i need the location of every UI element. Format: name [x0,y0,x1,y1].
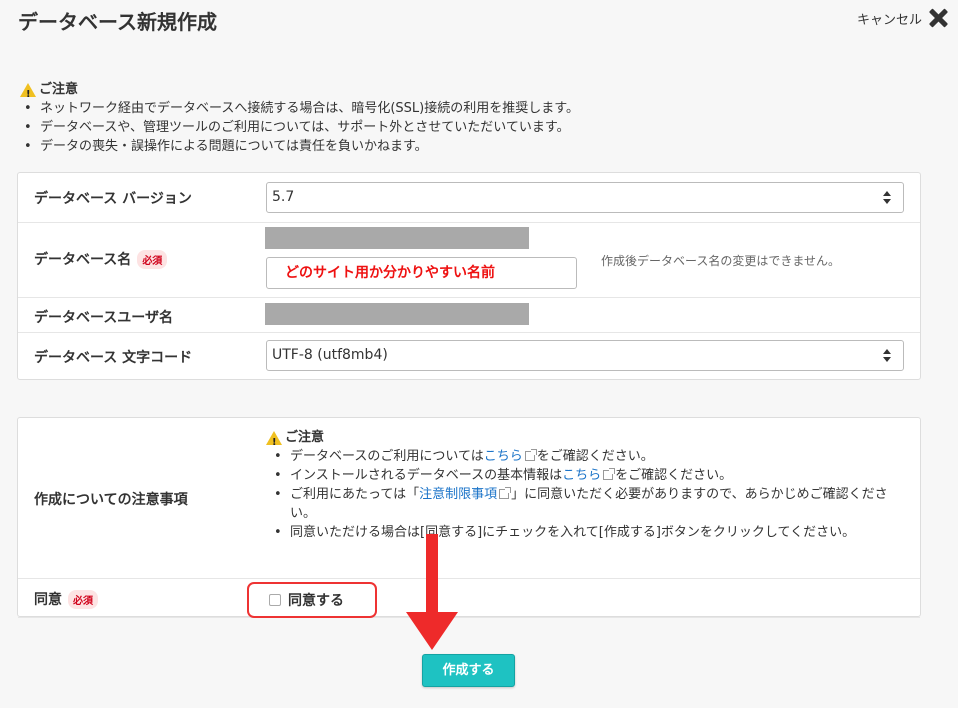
agree-label-text: 同意 [34,592,62,608]
terms-heading: ご注意 [266,428,906,452]
db-user-label: データベースユーザ名 [34,307,173,327]
agree-label: 同意 必須 [34,589,98,609]
database-settings-panel: データベース バージョン 5.7 データベース名 必須 どのサイト用か分かりやす… [17,172,921,380]
db-name-prefix-redacted [265,227,529,249]
terms-heading-text: ご注意 [285,430,325,445]
db-name-hint: 作成後データベース名の変更はできません。 [601,254,841,268]
agree-checkbox-label[interactable]: 同意する [288,590,344,610]
terms-item-text: をご確認ください。 [615,468,733,483]
version-select-value: 5.7 [272,189,295,205]
warning-icon [20,82,36,104]
usage-link[interactable]: こちら [484,449,523,464]
page-title: データベース新規作成 [18,10,217,34]
notice-item: データの喪失・誤操作による問題については責任を負いかねます。 [20,137,579,156]
version-label: データベース バージョン [34,188,192,208]
db-name-input[interactable]: どのサイト用か分かりやすい名前 [266,257,577,289]
terms-notes: ご注意 データベースのご利用についてはこちらをご確認ください。 インストールされ… [266,428,906,542]
cancel-label: キャンセル [856,12,922,28]
terms-item: ご利用にあたっては「注意制限事項」に同意いただく必要がありますので、あらかじめご… [266,485,906,523]
terms-item-text: データベースのご利用については [290,449,484,464]
terms-row: 作成についての注意事項 ご注意 データベースのご利用についてはこちらをご確認くだ… [18,418,920,579]
agree-checkbox-highlight[interactable]: 同意する [247,582,377,618]
terms-item-text: インストールされるデータベースの基本情報は [290,468,563,483]
required-badge: 必須 [137,249,168,269]
notice-list: ネットワーク経由でデータベースへ接続する場合は、暗号化(SSL)接続の利用を推奨… [20,99,579,156]
db-user-row: データベースユーザ名 [18,298,920,333]
basic-info-link[interactable]: こちら [562,468,601,483]
db-name-row: データベース名 必須 どのサイト用か分かりやすい名前 作成後データベース名の変更… [18,223,920,298]
db-name-label: データベース名 必須 [34,249,168,269]
charset-select[interactable]: UTF-8 (utf8mb4) [266,340,904,371]
charset-row: データベース 文字コード UTF-8 (utf8mb4) [18,333,920,381]
version-select[interactable]: 5.7 [266,182,904,213]
terms-item-text: ご利用にあたっては「 [290,487,420,502]
notice-heading-text: ご注意 [39,82,79,97]
charset-label-text: データベース 文字コード [34,350,193,366]
select-arrows-icon [883,191,891,205]
terms-item: 同意いただける場合は[同意する]にチェックを入れて[作成する]ボタンをクリックし… [266,523,906,542]
terms-label-text: 作成についての注意事項 [34,492,188,508]
external-link-icon [524,449,537,461]
db-name-label-text: データベース名 [34,252,132,268]
warning-icon [266,430,282,452]
create-button[interactable]: 作成する [422,654,515,687]
terms-list: データベースのご利用についてはこちらをご確認ください。 インストールされるデータ… [266,447,906,542]
terms-item: インストールされるデータベースの基本情報はこちらをご確認ください。 [266,466,906,485]
terms-label: 作成についての注意事項 [34,489,188,509]
version-label-text: データベース バージョン [34,191,192,207]
charset-select-value: UTF-8 (utf8mb4) [272,347,388,363]
notice-heading: ご注意 [20,80,579,104]
notice-item: ネットワーク経由でデータベースへ接続する場合は、暗号化(SSL)接続の利用を推奨… [20,99,579,118]
db-user-label-text: データベースユーザ名 [34,310,174,326]
notice-block: ご注意 ネットワーク経由でデータベースへ接続する場合は、暗号化(SSL)接続の利… [20,80,579,156]
version-row: データベース バージョン 5.7 [18,173,920,223]
cancel-button[interactable]: キャンセル [857,8,948,28]
agree-checkbox[interactable] [269,594,281,606]
notice-item: データベースや、管理ツールのご利用については、サポート外とさせていただいています… [20,118,579,137]
external-link-icon [499,487,512,499]
agree-row: 同意 必須 [18,579,920,618]
terms-item-text: をご確認ください。 [536,449,654,464]
restrictions-link[interactable]: 注意制限事項 [419,487,497,502]
close-icon[interactable] [928,8,948,28]
terms-item: データベースのご利用についてはこちらをご確認ください。 [266,447,906,466]
charset-label: データベース 文字コード [34,347,192,367]
db-user-redacted [265,303,529,325]
terms-panel: 作成についての注意事項 ご注意 データベースのご利用についてはこちらをご確認くだ… [17,417,921,618]
select-arrows-icon [883,349,891,363]
required-badge: 必須 [68,589,98,609]
external-link-icon [603,468,616,480]
